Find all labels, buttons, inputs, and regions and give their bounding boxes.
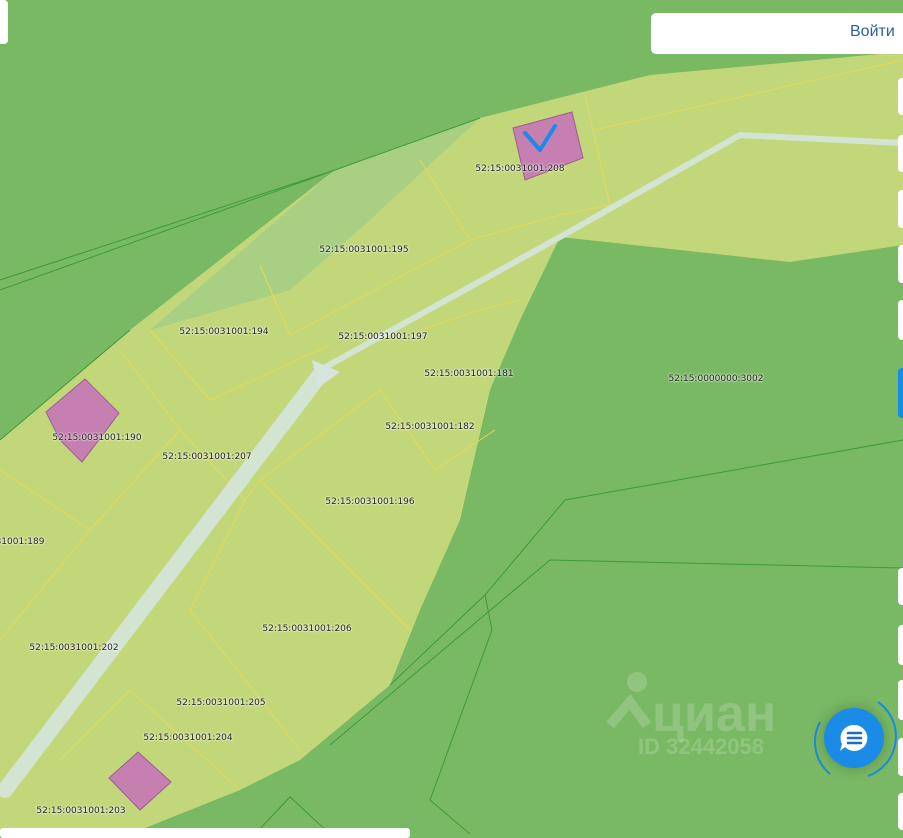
parcel-label[interactable]: 52:15:0031001:202 — [29, 643, 118, 653]
parcel-label[interactable]: 52:15:0031001:194 — [179, 327, 268, 337]
parcel-label[interactable]: 52:15:0031001:208 — [475, 164, 564, 174]
chat-button[interactable] — [824, 708, 884, 768]
map-control-button[interactable] — [898, 793, 903, 830]
parcel-label[interactable]: 52:15:0031001:206 — [262, 624, 351, 634]
map-control-active-button[interactable] — [898, 368, 903, 418]
bottom-panel-edge[interactable] — [0, 828, 410, 838]
top-left-control[interactable] — [0, 0, 8, 44]
parcel-label[interactable]: 52:15:0000000:3002 — [669, 374, 764, 384]
login-button[interactable]: Войти — [651, 13, 903, 54]
parcel-label[interactable]: 52:15:0031001:181 — [424, 369, 513, 379]
parcel-label[interactable]: 52:15:0031001:197 — [338, 332, 427, 342]
parcel-label[interactable]: 52:15:0031001:196 — [325, 497, 414, 507]
parcel-label[interactable]: 52:15:0031001:203 — [36, 806, 125, 816]
map-control-button[interactable] — [898, 245, 903, 283]
parcel-label[interactable]: 31001:189 — [0, 537, 44, 547]
chat-bubble-icon — [840, 724, 868, 751]
parcel-label[interactable]: 52:15:0031001:207 — [162, 452, 251, 462]
parcel-label[interactable]: 52:15:0031001:190 — [52, 433, 141, 443]
parcel-label[interactable]: 52:15:0031001:195 — [319, 245, 408, 255]
map-control-button[interactable] — [898, 190, 903, 228]
parcel-label[interactable]: 52:15:0031001:182 — [385, 422, 474, 432]
zoom-in-button[interactable] — [898, 625, 903, 665]
map-control-button[interactable] — [898, 568, 903, 605]
map-control-button[interactable] — [898, 135, 903, 172]
map-control-button[interactable] — [898, 300, 903, 340]
watermark-id: ID 32442058 — [638, 734, 764, 759]
parcel-label[interactable]: 52:15:0031001:204 — [143, 733, 232, 743]
map-control-button[interactable] — [898, 78, 903, 115]
parcel-label[interactable]: 52:15:0031001:205 — [176, 698, 265, 708]
